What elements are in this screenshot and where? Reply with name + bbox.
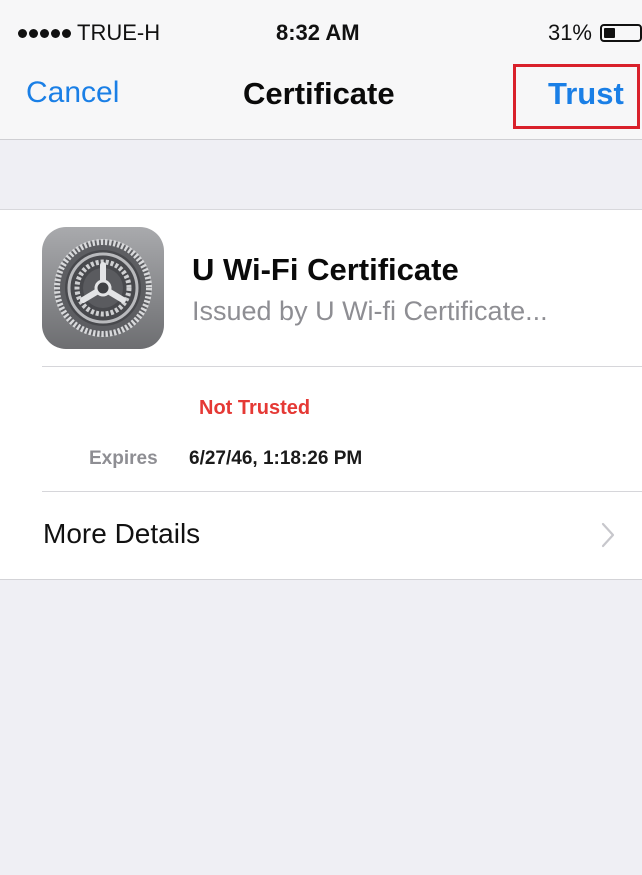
trust-button[interactable]: Trust: [548, 76, 624, 112]
battery-status: 31%: [548, 20, 642, 46]
section-spacer: [0, 140, 642, 210]
carrier-status: TRUE-H: [18, 20, 160, 46]
status-bar: TRUE-H 8:32 AM 31%: [0, 0, 642, 62]
divider: [42, 366, 642, 367]
certificate-screen: TRUE-H 8:32 AM 31% Cancel Certificate Tr…: [0, 0, 642, 875]
page-title: Certificate: [243, 76, 395, 111]
certificate-card: U Wi-Fi Certificate Issued by U Wi-fi Ce…: [0, 210, 642, 580]
certificate-name: U Wi-Fi Certificate: [192, 252, 459, 287]
signal-strength-icon: [18, 28, 71, 38]
chevron-right-icon: [601, 522, 615, 548]
navigation-bar: Cancel Certificate Trust: [0, 62, 642, 140]
carrier-name: TRUE-H: [77, 20, 161, 45]
more-details-row[interactable]: More Details: [0, 492, 642, 579]
trust-status-label: Not Trusted: [199, 397, 311, 419]
battery-icon: [600, 24, 642, 42]
certificate-issuer: Issued by U Wi-fi Certificate...: [192, 296, 548, 326]
cancel-button[interactable]: Cancel: [26, 76, 119, 110]
expires-label: Expires: [89, 448, 158, 469]
settings-gear-icon: [42, 227, 164, 349]
more-details-label: More Details: [43, 518, 201, 549]
status-time: 8:32 AM: [276, 20, 360, 45]
battery-level-fill: [604, 28, 615, 38]
battery-percent: 31%: [547, 20, 592, 45]
expires-value: 6/27/46, 1:18:26 PM: [189, 448, 363, 469]
